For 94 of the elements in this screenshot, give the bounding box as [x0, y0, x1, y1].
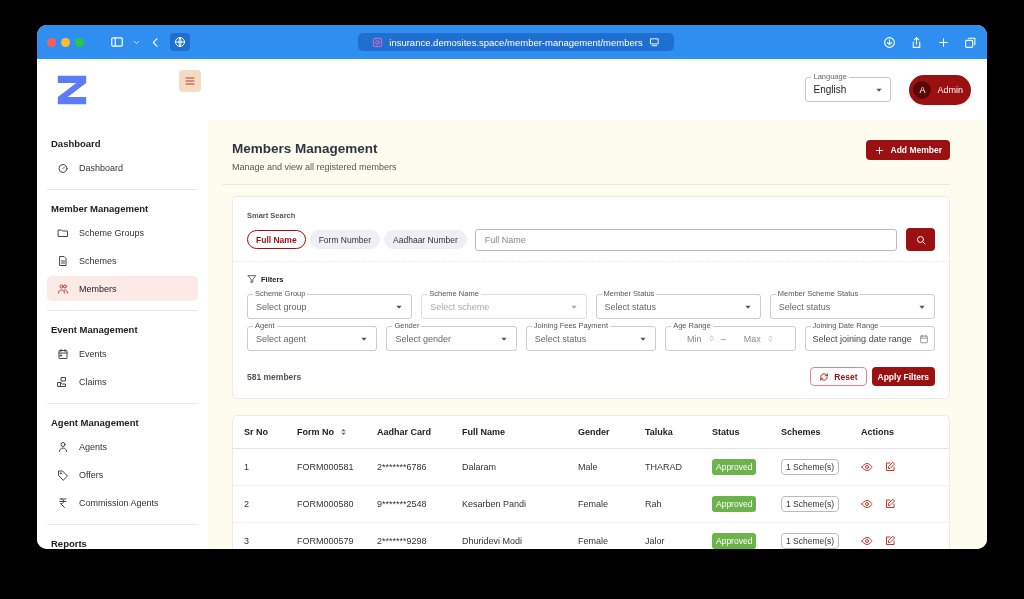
page-title: Members Management	[232, 141, 379, 156]
refresh-icon	[819, 371, 830, 382]
menu-icon	[184, 74, 196, 87]
status-badge: Approved	[712, 459, 757, 475]
column-header[interactable]: Form No	[297, 427, 334, 437]
sidebar-item[interactable]: Scheme Groups	[47, 220, 198, 245]
view-icon[interactable]	[861, 535, 873, 547]
sidebar-section-title: Agent Management	[50, 417, 140, 428]
gauge-icon	[57, 161, 69, 174]
table-cell-text: Dhuridevi Modi	[462, 536, 524, 546]
edit-icon[interactable]	[884, 498, 896, 510]
column-header: Full Name	[462, 427, 505, 437]
sidebar-toggle-icon[interactable]	[110, 35, 124, 49]
status-badge: Approved	[712, 496, 757, 512]
column-header: Sr No	[244, 427, 268, 437]
column-header: Taluka	[645, 427, 673, 437]
tabs-overview-icon[interactable]	[964, 35, 977, 49]
table-cell-text: Male	[578, 462, 599, 472]
column-header: Aadhar Card	[377, 427, 431, 437]
status-badge: Approved	[712, 533, 757, 549]
sort-icon[interactable]	[339, 427, 348, 437]
sidebar-item[interactable]: Schemes	[47, 248, 198, 273]
user-menu-button[interactable]: A Admin	[909, 74, 971, 105]
column-header: Gender	[578, 427, 610, 437]
search-mode-chip[interactable]: Aadhaar Number	[384, 230, 467, 249]
menu-button[interactable]	[179, 69, 201, 92]
reader-icon	[648, 36, 660, 48]
column-header: Actions	[861, 427, 894, 437]
view-icon[interactable]	[861, 498, 873, 510]
search-field[interactable]: Full Name	[474, 228, 897, 251]
search-mode-chip[interactable]: Form Number	[309, 230, 381, 249]
sidebar-item[interactable]: Agents	[47, 434, 198, 459]
column-header: Schemes	[781, 427, 821, 437]
view-icon[interactable]	[861, 461, 873, 473]
search-mode-chip[interactable]: Full Name	[247, 230, 306, 249]
table-cell-text: Kesarben Pandi	[462, 499, 528, 509]
apply-filters-button[interactable]: Apply Filters	[871, 367, 935, 386]
sidebar-item[interactable]: Dashboard	[47, 155, 198, 180]
table-cell-text: Rah	[645, 499, 663, 509]
table-cell-text: Female	[578, 536, 609, 546]
browser-tab[interactable]	[170, 33, 190, 51]
sidebar-item[interactable]: Offers	[47, 462, 198, 487]
people-icon	[57, 282, 69, 295]
table-cell-text: 1	[244, 462, 250, 472]
person-icon	[57, 440, 69, 453]
table-cell-text: FORM000580	[297, 499, 355, 509]
rupee-icon	[57, 496, 69, 509]
table-cell-text: Female	[578, 499, 609, 509]
calendar-icon	[919, 333, 929, 344]
sidebar-item[interactable]: Members	[47, 276, 198, 301]
schemes-badge[interactable]: 1 Scheme(s)	[781, 533, 840, 549]
table-cell-text: 3	[244, 536, 250, 546]
globe-icon	[174, 36, 186, 48]
reset-button[interactable]: Reset	[810, 367, 867, 386]
address-bar[interactable]: insurance.demosites.space/member-management/members	[358, 33, 674, 51]
member-count: 581 members	[247, 371, 302, 382]
plus-icon	[873, 144, 885, 156]
sidebar-item[interactable]: Claims	[47, 369, 198, 394]
calendar-icon	[57, 347, 69, 360]
share-icon[interactable]	[910, 35, 923, 49]
site-icon	[372, 36, 384, 48]
sidebar-section-title: Dashboard	[50, 138, 102, 149]
download-icon[interactable]	[883, 35, 896, 49]
table-cell-text: Jalor	[645, 536, 666, 546]
edit-icon[interactable]	[884, 535, 896, 547]
sidebar-section-title: Reports	[50, 538, 88, 549]
search-icon	[914, 233, 927, 246]
page-subtitle: Manage and view all registered members	[232, 162, 397, 172]
document-icon	[57, 254, 69, 267]
spinner-icon	[707, 334, 715, 343]
sidebar-section-title: Event Management	[50, 324, 139, 335]
plus-icon[interactable]	[937, 35, 950, 49]
column-header: Status	[712, 427, 740, 437]
schemes-badge[interactable]: 1 Scheme(s)	[781, 496, 840, 512]
folder-icon	[57, 226, 69, 239]
table-cell-text: Dalaram	[462, 462, 497, 472]
search-button[interactable]	[906, 228, 935, 251]
funnel-icon	[247, 274, 257, 284]
sidebar-section-title: Member Management	[50, 203, 150, 214]
sidebar-item[interactable]: Commission Agents	[47, 490, 198, 515]
table-cell-text: 9*******2548	[377, 499, 428, 509]
table-cell-text: 2	[244, 499, 250, 509]
table-cell-text: FORM000581	[297, 462, 355, 472]
sidebar-item[interactable]: Events	[47, 341, 198, 366]
table-cell-text: 2*******6786	[377, 462, 428, 472]
table-cell-text: 2*******9298	[377, 536, 428, 546]
tag-icon	[57, 468, 69, 481]
add-member-button[interactable]: Add Member	[865, 140, 950, 160]
table-cell-text: THARAD	[645, 462, 683, 472]
table-cell-text: FORM000579	[297, 536, 355, 546]
avatar: A	[913, 80, 932, 99]
schemes-badge[interactable]: 1 Scheme(s)	[781, 459, 840, 475]
spinner-icon	[766, 334, 774, 343]
edit-icon[interactable]	[884, 461, 896, 473]
